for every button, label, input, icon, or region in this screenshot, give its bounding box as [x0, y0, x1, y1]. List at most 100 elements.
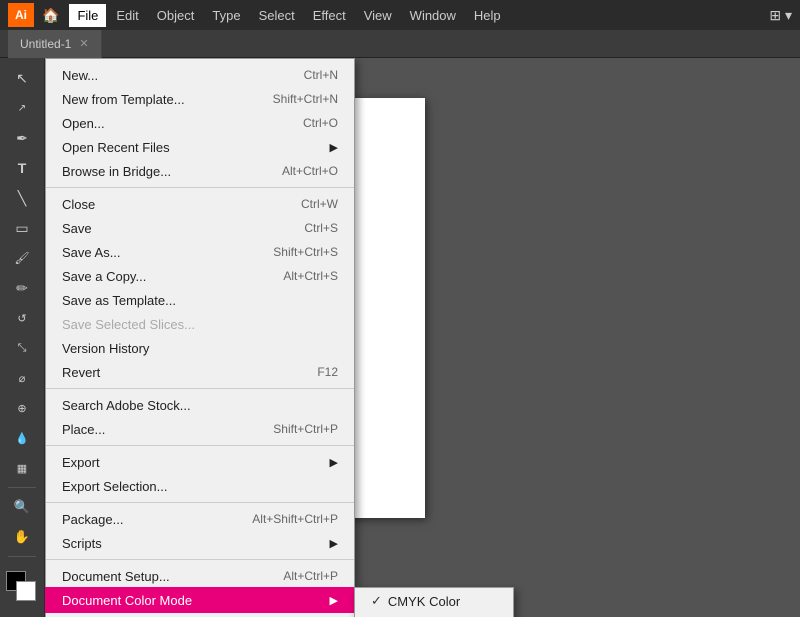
- menu-browse-bridge-shortcut: Alt+Ctrl+O: [282, 164, 338, 178]
- background-swatch[interactable]: [16, 581, 36, 601]
- menu-help[interactable]: Help: [466, 4, 509, 27]
- menu-new[interactable]: New... Ctrl+N: [46, 63, 354, 87]
- menu-new-shortcut: Ctrl+N: [304, 68, 338, 82]
- menu-scripts[interactable]: Scripts ▶: [46, 531, 354, 555]
- menu-bar: Ai 🏠 File Edit Object Type Select Effect…: [0, 0, 800, 30]
- menu-window[interactable]: Window: [402, 4, 464, 27]
- menu-save-label: Save: [62, 221, 284, 236]
- tab-label: Untitled-1: [20, 37, 71, 51]
- menu-scripts-label: Scripts: [62, 536, 322, 551]
- menu-save-copy[interactable]: Save a Copy... Alt+Ctrl+S: [46, 264, 354, 288]
- tool-hand[interactable]: ✋: [6, 523, 38, 551]
- menu-save[interactable]: Save Ctrl+S: [46, 216, 354, 240]
- tool-direct-select[interactable]: ↗: [6, 94, 38, 122]
- menu-new-template-shortcut: Shift+Ctrl+N: [273, 92, 338, 106]
- menu-open-recent-label: Open Recent Files: [62, 140, 322, 155]
- menu-document-color-mode-arrow: ▶: [330, 594, 338, 607]
- menu-place[interactable]: Place... Shift+Ctrl+P: [46, 417, 354, 441]
- menu-open[interactable]: Open... Ctrl+O: [46, 111, 354, 135]
- document-tab[interactable]: Untitled-1 ✕: [8, 30, 102, 58]
- tool-paintbrush[interactable]: 🖌: [6, 244, 38, 272]
- menu-package-shortcut: Alt+Shift+Ctrl+P: [252, 512, 338, 526]
- tool-gradient[interactable]: ▦: [6, 454, 38, 482]
- menu-save-as-shortcut: Shift+Ctrl+S: [273, 245, 338, 259]
- file-dropdown-menu: New... Ctrl+N New from Template... Shift…: [45, 58, 355, 617]
- menu-effect[interactable]: Effect: [305, 4, 354, 27]
- menu-section-5: Package... Alt+Shift+Ctrl+P Scripts ▶: [46, 503, 354, 560]
- menu-section-3: Search Adobe Stock... Place... Shift+Ctr…: [46, 389, 354, 446]
- tool-line[interactable]: ╲: [6, 184, 38, 212]
- menu-file[interactable]: File: [69, 4, 106, 27]
- menu-save-template[interactable]: Save as Template...: [46, 288, 354, 312]
- toolbar: ↖ ↗ ✒ T ╲ ▭ 🖌 ✏ ↺ ⤡ ⌀ ⊕ 💧 ▦ 🔍 ✋: [0, 58, 45, 617]
- tool-select[interactable]: ↖: [6, 64, 38, 92]
- menu-document-setup-label: Document Setup...: [62, 569, 263, 584]
- tab-close[interactable]: ✕: [79, 37, 88, 50]
- menu-scripts-arrow: ▶: [330, 537, 338, 550]
- tab-bar: Untitled-1 ✕: [0, 30, 800, 58]
- menu-new-template[interactable]: New from Template... Shift+Ctrl+N: [46, 87, 354, 111]
- menu-export-selection-label: Export Selection...: [62, 479, 338, 494]
- menu-section-4: Export ▶ Export Selection...: [46, 446, 354, 503]
- menu-save-shortcut: Ctrl+S: [304, 221, 338, 235]
- workspace-icon[interactable]: ⊞ ▾: [769, 7, 792, 24]
- menu-export-arrow: ▶: [330, 456, 338, 469]
- menu-open-shortcut: Ctrl+O: [303, 116, 338, 130]
- menu-revert[interactable]: Revert F12: [46, 360, 354, 384]
- color-mode-submenu: CMYK Color RGB Color: [354, 587, 514, 617]
- menu-version-history-label: Version History: [62, 341, 338, 356]
- menu-search-stock-label: Search Adobe Stock...: [62, 398, 338, 413]
- menu-view[interactable]: View: [356, 4, 400, 27]
- menu-object[interactable]: Object: [149, 4, 203, 27]
- menu-browse-bridge[interactable]: Browse in Bridge... Alt+Ctrl+O: [46, 159, 354, 183]
- menu-save-selected-label: Save Selected Slices...: [62, 317, 338, 332]
- menu-select[interactable]: Select: [251, 4, 303, 27]
- menu-new-label: New...: [62, 68, 284, 83]
- tool-warp[interactable]: ⌀: [6, 364, 38, 392]
- color-swatches[interactable]: [6, 571, 38, 611]
- menu-open-recent[interactable]: Open Recent Files ▶: [46, 135, 354, 159]
- menu-type[interactable]: Type: [204, 4, 248, 27]
- menu-file-info[interactable]: File Info... Alt+Shift+Ctrl+I: [46, 612, 354, 617]
- menu-document-setup-shortcut: Alt+Ctrl+P: [283, 569, 338, 583]
- menu-document-color-mode[interactable]: Document Color Mode ▶ CMYK Color RGB Col…: [46, 588, 354, 612]
- menu-section-1: New... Ctrl+N New from Template... Shift…: [46, 59, 354, 188]
- menu-document-color-mode-label: Document Color Mode: [62, 593, 322, 608]
- menu-save-as[interactable]: Save As... Shift+Ctrl+S: [46, 240, 354, 264]
- menu-package[interactable]: Package... Alt+Shift+Ctrl+P: [46, 507, 354, 531]
- tool-scale[interactable]: ⤡: [6, 334, 38, 362]
- menu-open-recent-arrow: ▶: [330, 141, 338, 154]
- menu-search-stock[interactable]: Search Adobe Stock...: [46, 393, 354, 417]
- tool-rotate[interactable]: ↺: [6, 304, 38, 332]
- menu-export-selection[interactable]: Export Selection...: [46, 474, 354, 498]
- menu-place-label: Place...: [62, 422, 253, 437]
- menu-new-template-label: New from Template...: [62, 92, 253, 107]
- menu-section-6: Document Setup... Alt+Ctrl+P Document Co…: [46, 560, 354, 617]
- menu-close-shortcut: Ctrl+W: [301, 197, 338, 211]
- home-icon[interactable]: 🏠: [42, 7, 59, 24]
- menu-version-history[interactable]: Version History: [46, 336, 354, 360]
- ai-logo: Ai: [8, 3, 34, 27]
- menu-close-label: Close: [62, 197, 281, 212]
- menu-save-selected: Save Selected Slices...: [46, 312, 354, 336]
- menu-export[interactable]: Export ▶: [46, 450, 354, 474]
- tool-shape-builder[interactable]: ⊕: [6, 394, 38, 422]
- menu-document-setup[interactable]: Document Setup... Alt+Ctrl+P: [46, 564, 354, 588]
- submenu-cmyk-label: CMYK Color: [388, 594, 460, 609]
- menu-save-copy-label: Save a Copy...: [62, 269, 263, 284]
- tool-zoom[interactable]: 🔍: [6, 493, 38, 521]
- tool-rectangle[interactable]: ▭: [6, 214, 38, 242]
- tool-eyedropper[interactable]: 💧: [6, 424, 38, 452]
- tool-pen[interactable]: ✒: [6, 124, 38, 152]
- menu-bar-right: ⊞ ▾: [769, 7, 792, 24]
- submenu-cmyk[interactable]: CMYK Color: [355, 588, 513, 614]
- menu-edit[interactable]: Edit: [108, 4, 146, 27]
- menu-save-template-label: Save as Template...: [62, 293, 338, 308]
- menu-open-label: Open...: [62, 116, 283, 131]
- menu-close[interactable]: Close Ctrl+W: [46, 192, 354, 216]
- tool-type[interactable]: T: [6, 154, 38, 182]
- tool-pencil[interactable]: ✏: [6, 274, 38, 302]
- main-area: ↖ ↗ ✒ T ╲ ▭ 🖌 ✏ ↺ ⤡ ⌀ ⊕ 💧 ▦ 🔍 ✋: [0, 58, 800, 617]
- menu-place-shortcut: Shift+Ctrl+P: [273, 422, 338, 436]
- menu-package-label: Package...: [62, 512, 232, 527]
